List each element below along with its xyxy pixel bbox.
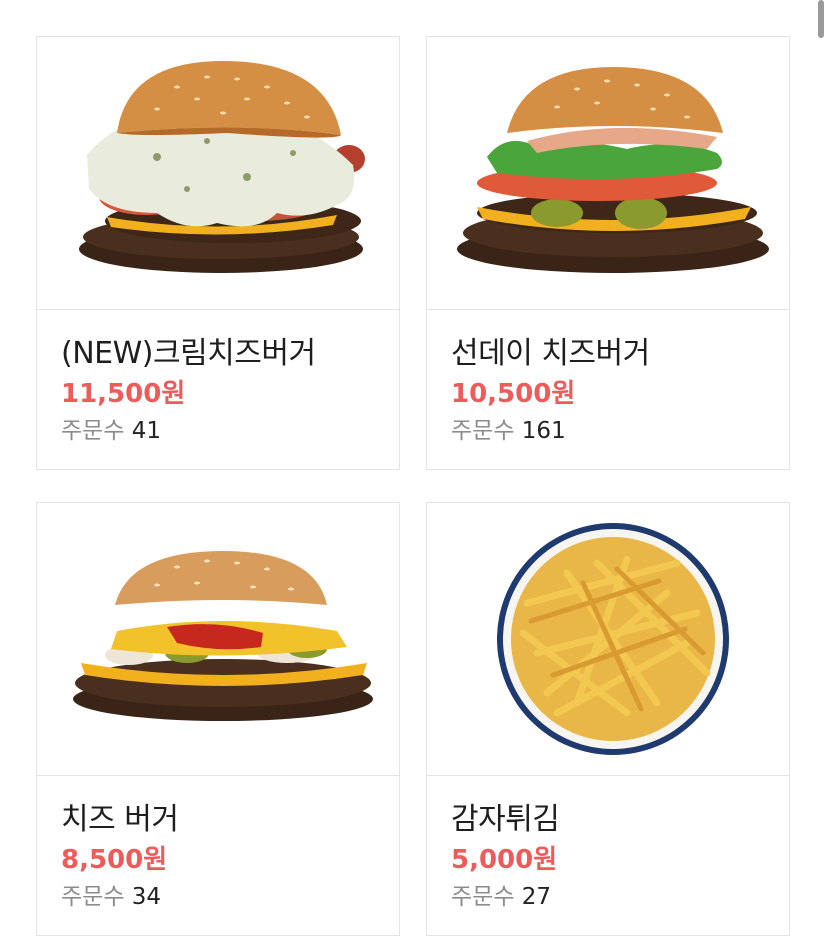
orders-label: 주문수 <box>451 884 515 910</box>
cream-cheese-burger-photo <box>37 37 399 310</box>
orders-count: 34 <box>131 884 162 910</box>
sunday-cheeseburger-photo <box>427 37 789 310</box>
orders-label: 주문수 <box>61 884 125 910</box>
orders-count: 161 <box>521 418 566 444</box>
menu-item-price: 10,500원 <box>451 379 576 409</box>
orders-label: 주문수 <box>61 418 125 444</box>
menu-item-price: 5,000원 <box>451 845 558 875</box>
menu-card-cheeseburger[interactable]: 치즈 버거 8,500원 주문수 34 <box>36 502 400 936</box>
scrollbar-thumb[interactable] <box>818 0 824 38</box>
menu-item-name: 감자튀김 <box>451 802 560 837</box>
menu-item-price: 8,500원 <box>61 845 168 875</box>
menu-item-name: 선데이 치즈버거 <box>451 336 650 371</box>
menu-item-price: 11,500원 <box>61 379 186 409</box>
menu-item-orders: 주문수 161 <box>451 416 765 446</box>
orders-label: 주문수 <box>451 418 515 444</box>
menu-item-orders: 주문수 41 <box>61 416 375 446</box>
french-fries-photo <box>427 503 789 776</box>
menu-card-cream-cheese-burger[interactable]: (NEW)크림치즈버거 11,500원 주문수 41 <box>36 36 400 470</box>
orders-count: 27 <box>521 884 552 910</box>
menu-item-orders: 주문수 34 <box>61 882 375 912</box>
menu-item-name: 치즈 버거 <box>61 802 179 837</box>
cheeseburger-photo <box>37 503 399 776</box>
menu-item-name: (NEW)크림치즈버거 <box>61 336 316 371</box>
menu-card-sunday-cheeseburger[interactable]: 선데이 치즈버거 10,500원 주문수 161 <box>426 36 790 470</box>
orders-count: 41 <box>131 418 162 444</box>
menu-card-french-fries[interactable]: 감자튀김 5,000원 주문수 27 <box>426 502 790 936</box>
menu-item-orders: 주문수 27 <box>451 882 765 912</box>
